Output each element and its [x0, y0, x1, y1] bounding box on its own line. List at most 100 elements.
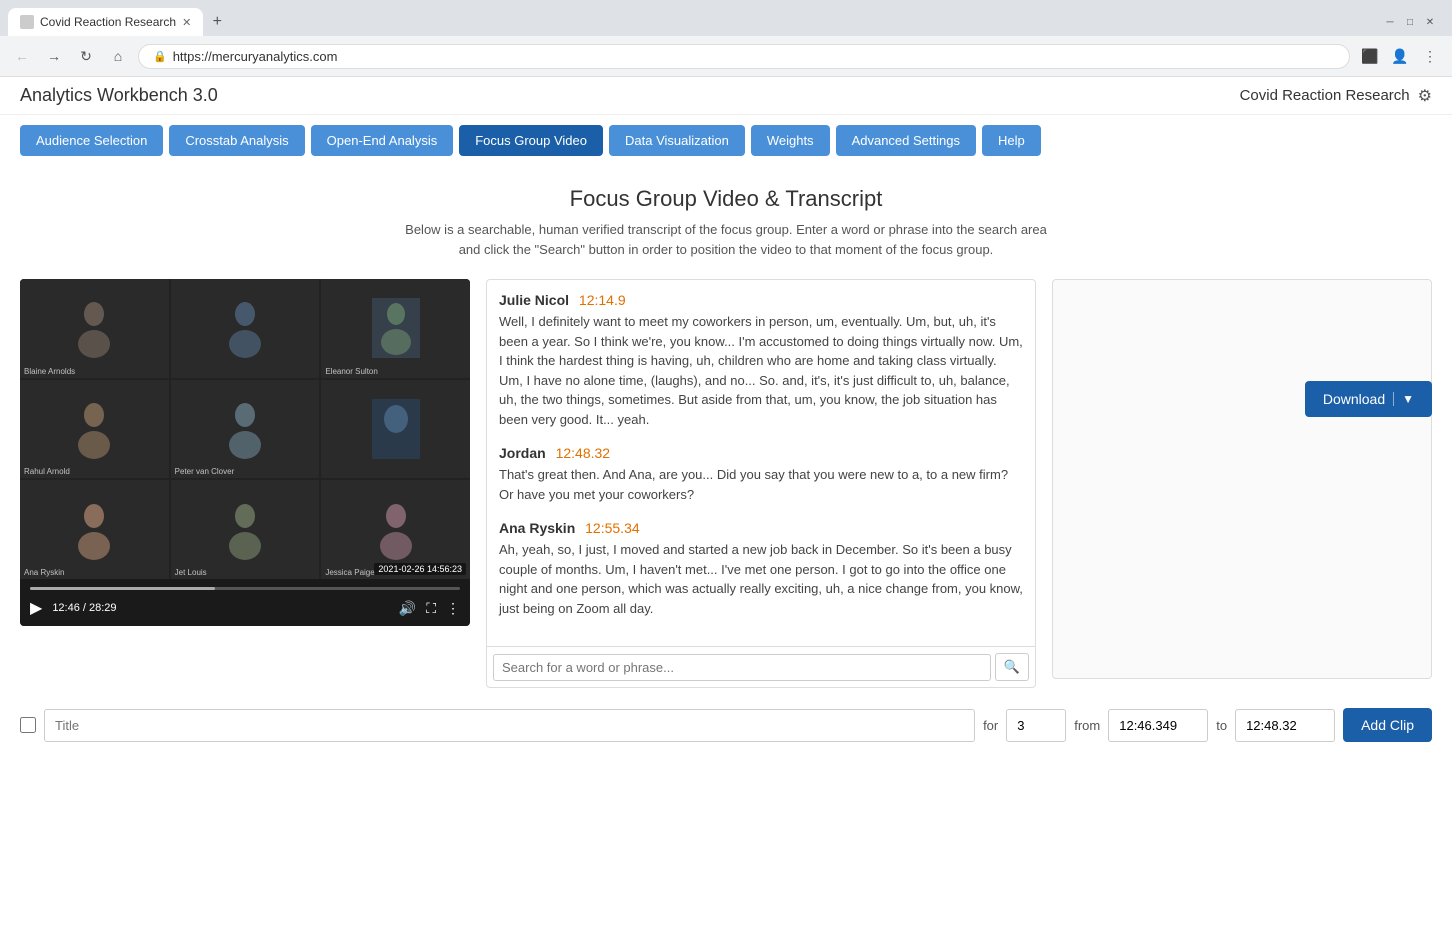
video-cell-1 [171, 279, 320, 378]
download-chevron-icon: ▼ [1393, 392, 1414, 406]
add-clip-btn[interactable]: Add Clip [1343, 708, 1432, 742]
video-player: ● 1x Blaine Arnolds [20, 279, 470, 626]
transcript-text-0: Well, I definitely want to meet my cowor… [499, 312, 1023, 429]
subtitle-line2: and click the "Search" button in order t… [459, 242, 994, 257]
for-label: for [983, 718, 998, 733]
back-btn[interactable]: ← [10, 44, 34, 68]
time-display: 12:46 / 28:29 [52, 602, 388, 614]
cell-label-7: Jet Louis [175, 568, 207, 577]
download-button[interactable]: Download ▼ [1305, 381, 1432, 417]
video-cell-0: Blaine Arnolds [20, 279, 169, 378]
browser-tab[interactable]: Covid Reaction Research ✕ [8, 8, 203, 36]
nav-tabs: Audience Selection Crosstab Analysis Ope… [0, 115, 1452, 166]
new-tab-btn[interactable]: + [203, 8, 231, 36]
url-bar[interactable]: 🔒 https://mercuryanalytics.com [138, 44, 1350, 69]
speaker-2: Ana Ryskin 12:55.34 [499, 520, 1023, 536]
clip-to-input[interactable] [1235, 709, 1335, 742]
play-pause-btn[interactable]: ▶ [30, 598, 42, 618]
speaker-time-0: 12:14.9 [579, 292, 626, 308]
person-2 [321, 279, 470, 378]
reload-btn[interactable]: ↻ [74, 44, 98, 68]
tab-help[interactable]: Help [982, 125, 1041, 156]
clip-from-input[interactable] [1108, 709, 1208, 742]
forward-btn[interactable]: → [42, 44, 66, 68]
video-cell-7: Jet Louis [171, 480, 320, 579]
transcript-scroll[interactable]: Julie Nicol 12:14.9 Well, I definitely w… [487, 280, 1035, 646]
current-time: 12:46 [52, 602, 80, 614]
transcript-search-input[interactable] [493, 654, 991, 681]
progress-bar[interactable] [30, 587, 460, 590]
speaker-name-2: Ana Ryskin [499, 520, 575, 536]
speaker-time-1: 12:48.32 [556, 445, 611, 461]
tab-data-visualization[interactable]: Data Visualization [609, 125, 745, 156]
clip-for-input[interactable] [1006, 709, 1066, 742]
speaker-0: Julie Nicol 12:14.9 [499, 292, 1023, 308]
tab-crosstab-analysis[interactable]: Crosstab Analysis [169, 125, 304, 156]
clip-checkbox[interactable] [20, 717, 36, 733]
clip-controls: for from to Add Clip [20, 708, 1432, 742]
maximize-btn[interactable]: □ [1404, 16, 1416, 28]
transcript-entry-1: Jordan 12:48.32 That's great then. And A… [499, 445, 1023, 504]
tab-title: Covid Reaction Research [40, 15, 176, 29]
tab-audience-selection[interactable]: Audience Selection [20, 125, 163, 156]
video-container: ● 1x Blaine Arnolds [20, 279, 470, 626]
tab-advanced-settings[interactable]: Advanced Settings [836, 125, 976, 156]
speaker-name-0: Julie Nicol [499, 292, 569, 308]
extensions-icon[interactable]: ⬛ [1358, 44, 1382, 68]
person-4 [171, 380, 320, 479]
profile-icon[interactable]: 👤 [1388, 44, 1412, 68]
tab-bar: Covid Reaction Research ✕ + ─ □ ✕ [0, 0, 1452, 36]
video-cell-5 [321, 380, 470, 479]
close-btn[interactable]: ✕ [1424, 16, 1436, 28]
cell-label-0: Blaine Arnolds [24, 367, 75, 376]
minimize-btn[interactable]: ─ [1384, 16, 1396, 28]
speaker-name-1: Jordan [499, 445, 546, 461]
address-bar: ← → ↻ ⌂ 🔒 https://mercuryanalytics.com ⬛… [0, 36, 1452, 76]
transcript-text-2: Ah, yeah, so, I just, I moved and starte… [499, 540, 1023, 618]
transcript-text-1: That's great then. And Ana, are you... D… [499, 465, 1023, 504]
video-controls: ▶ 12:46 / 28:29 🔊 ⛶ ⋮ [20, 579, 470, 626]
controls-row: ▶ 12:46 / 28:29 🔊 ⛶ ⋮ [30, 598, 460, 618]
video-cell-6: Ana Ryskin [20, 480, 169, 579]
project-info: Covid Reaction Research ⚙ [1240, 86, 1432, 106]
transcript-container: Julie Nicol 12:14.9 Well, I definitely w… [486, 279, 1036, 688]
cell-label-8: Jessica Paige [325, 568, 374, 577]
tab-close-btn[interactable]: ✕ [182, 16, 191, 29]
clip-title-input[interactable] [44, 709, 975, 742]
subtitle-line1: Below is a searchable, human verified tr… [405, 222, 1047, 237]
url-text: https://mercuryanalytics.com [173, 49, 338, 64]
project-name: Covid Reaction Research [1240, 87, 1410, 104]
page-title: Focus Group Video & Transcript [20, 186, 1432, 212]
transcript-search-btn[interactable]: 🔍 [995, 653, 1029, 681]
tab-open-end-analysis[interactable]: Open-End Analysis [311, 125, 454, 156]
progress-fill [30, 587, 215, 590]
nav-actions: ⬛ 👤 ⋮ [1358, 44, 1442, 68]
speaker-time-2: 12:55.34 [585, 520, 640, 536]
person-7 [171, 480, 320, 579]
search-bar-container: 🔍 [487, 646, 1035, 687]
cell-label-4: Peter van Clover [175, 467, 235, 476]
fullscreen-btn[interactable]: ⛶ [426, 600, 436, 617]
home-btn[interactable]: ⌂ [106, 44, 130, 68]
speaker-1: Jordan 12:48.32 [499, 445, 1023, 461]
person-0 [20, 279, 169, 378]
download-label: Download [1323, 391, 1385, 407]
tab-weights[interactable]: Weights [751, 125, 830, 156]
tab-focus-group-video[interactable]: Focus Group Video [459, 125, 603, 156]
volume-btn[interactable]: 🔊 [399, 600, 416, 617]
settings-icon[interactable]: ⚙ [1418, 86, 1432, 106]
person-6 [20, 480, 169, 579]
to-label: to [1216, 718, 1227, 733]
lock-icon: 🔒 [153, 50, 167, 63]
cell-label-3: Rahul Arnold [24, 467, 70, 476]
more-options-btn[interactable]: ⋮ [446, 600, 460, 617]
video-cell-2: Eleanor Sulton [321, 279, 470, 378]
app-header: Analytics Workbench 3.0 Covid Reaction R… [0, 77, 1452, 115]
transcript-entry-2: Ana Ryskin 12:55.34 Ah, yeah, so, I just… [499, 520, 1023, 618]
content-row: ● 1x Blaine Arnolds [20, 279, 1432, 688]
cell-label-6: Ana Ryskin [24, 568, 64, 577]
menu-icon[interactable]: ⋮ [1418, 44, 1442, 68]
app-title: Analytics Workbench 3.0 [20, 85, 218, 106]
tab-favicon [20, 15, 34, 29]
video-cell-4: Peter van Clover [171, 380, 320, 479]
